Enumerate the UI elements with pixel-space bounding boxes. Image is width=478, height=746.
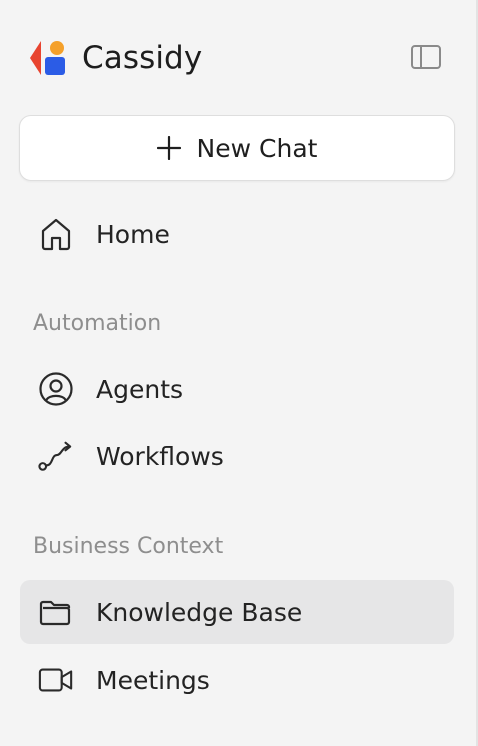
sidebar-item-label: Home — [96, 219, 170, 249]
sidebar-item-label: Knowledge Base — [96, 597, 303, 627]
sidebar-item-label: Workflows — [96, 441, 224, 471]
plus-icon — [156, 136, 181, 160]
sidebar-item-home[interactable]: Home — [20, 202, 454, 266]
cassidy-logo-icon — [30, 41, 65, 75]
home-icon — [38, 216, 74, 252]
user-circle-icon — [38, 371, 74, 407]
folder-icon — [38, 594, 74, 630]
brand[interactable]: Cassidy — [30, 38, 202, 78]
new-chat-label: New Chat — [196, 133, 318, 163]
sidebar-item-agents[interactable]: Agents — [20, 357, 454, 421]
brand-name: Cassidy — [82, 40, 203, 76]
sidebar-item-meetings[interactable]: Meetings — [20, 648, 454, 712]
sidebar-item-workflows[interactable]: Workflows — [20, 424, 454, 488]
sidebar-item-label: Agents — [96, 374, 184, 404]
sidebar: Cassidy New Chat Home Automation Agents … — [0, 0, 478, 746]
video-icon — [38, 662, 74, 698]
sidebar-item-knowledge-base[interactable]: Knowledge Base — [20, 580, 454, 644]
section-title-automation: Automation — [33, 311, 162, 336]
workflow-icon — [38, 438, 74, 474]
sidebar-panel-icon — [411, 45, 441, 69]
sidebar-item-label: Meetings — [96, 665, 210, 695]
section-title-business-context: Business Context — [33, 534, 224, 559]
sidebar-toggle-button[interactable] — [408, 41, 444, 73]
new-chat-button[interactable]: New Chat — [19, 115, 455, 181]
